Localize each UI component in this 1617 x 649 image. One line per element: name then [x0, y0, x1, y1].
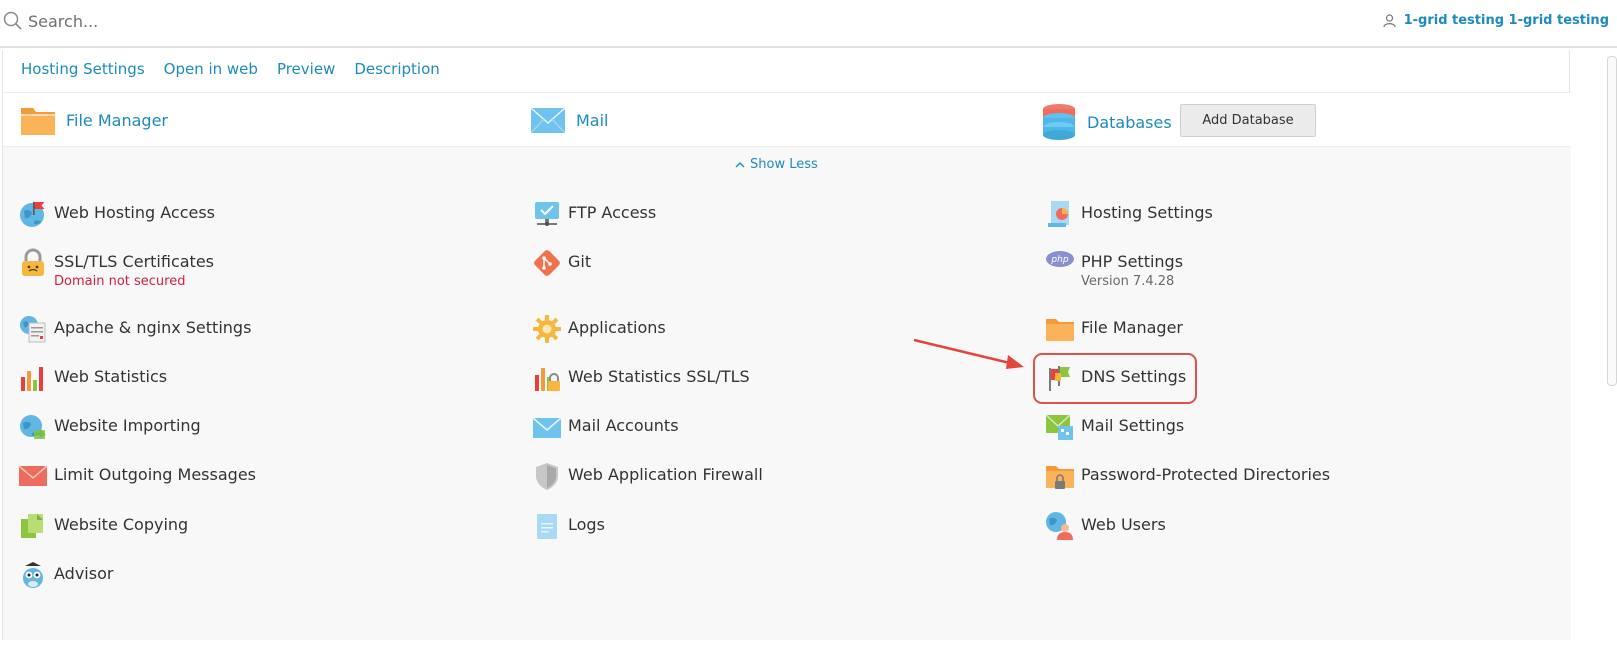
tool-label[interactable]: Web Users [1081, 511, 1166, 536]
tool-mail-settings[interactable]: Mail Settings [1045, 412, 1184, 442]
show-less-label[interactable]: Show Less [750, 157, 818, 172]
search-icon [3, 11, 22, 30]
tool-label[interactable]: Hosting Settings [1081, 199, 1213, 224]
svg-text:php: php [1050, 255, 1068, 265]
tool-label[interactable]: Applications [568, 314, 666, 339]
quick-file-manager[interactable]: File Manager [20, 103, 168, 137]
mail-settings-icon [1045, 414, 1073, 440]
tool-label[interactable]: Website Importing [54, 412, 201, 437]
tool-web-users[interactable]: Web Users [1045, 511, 1166, 541]
domain-card: Hosting Settings Open in web Preview Des… [2, 50, 1571, 640]
tools-panel: Show Less [3, 147, 1571, 640]
bar-chart-icon [21, 367, 43, 391]
link-preview[interactable]: Preview [277, 60, 335, 78]
tool-mail-accounts[interactable]: Mail Accounts [532, 412, 679, 442]
user-name[interactable]: 1-grid testing 1-grid testing [1404, 13, 1609, 28]
envelope-limit-icon [18, 465, 48, 486]
tool-label[interactable]: Web Application Firewall [568, 461, 763, 486]
envelope-icon [530, 107, 566, 134]
tool-web-application-firewall[interactable]: Web Application Firewall [532, 461, 763, 491]
tool-ssl-certificates[interactable]: SSL/TLS Certificates Domain not secured [18, 248, 214, 291]
tool-label[interactable]: SSL/TLS Certificates [54, 248, 214, 273]
tool-applications[interactable]: Applications [532, 314, 666, 344]
annotation-arrow [913, 338, 1024, 369]
shield-icon [536, 463, 558, 490]
dns-settings-highlight [1033, 353, 1197, 404]
tool-web-statistics[interactable]: Web Statistics [18, 363, 167, 393]
globe-flag-icon [20, 202, 45, 227]
tool-label[interactable]: FTP Access [568, 199, 656, 224]
quick-databases-label[interactable]: Databases [1087, 113, 1172, 132]
top-bar: 1-grid testing 1-grid testing [0, 0, 1617, 48]
link-description[interactable]: Description [354, 60, 439, 78]
tool-label[interactable]: PHP Settings [1081, 248, 1183, 273]
tool-label[interactable]: Web Statistics SSL/TLS [568, 363, 750, 388]
tool-web-statistics-ssl[interactable]: Web Statistics SSL/TLS [532, 363, 750, 393]
scrollbar[interactable] [1607, 56, 1617, 386]
tool-website-importing[interactable]: Website Importing [18, 412, 201, 442]
search-box[interactable] [0, 10, 428, 32]
quick-file-manager-label[interactable]: File Manager [66, 111, 168, 130]
tool-label[interactable]: Git [568, 248, 591, 273]
git-icon [534, 250, 560, 276]
folder-icon [1046, 319, 1074, 341]
ftp-monitor-icon [535, 202, 559, 226]
envelope-icon [532, 417, 562, 438]
tool-password-protected-directories[interactable]: Password-Protected Directories [1045, 461, 1330, 491]
tool-label[interactable]: Web Statistics [54, 363, 167, 388]
tool-hosting-settings[interactable]: Hosting Settings [1045, 199, 1213, 229]
chevron-up-icon [735, 162, 745, 168]
tool-label[interactable]: Password-Protected Directories [1081, 461, 1330, 486]
tool-limit-outgoing-messages[interactable]: Limit Outgoing Messages [18, 461, 256, 491]
quick-access-row: File Manager Mail Databases Add Database [3, 92, 1571, 147]
link-hosting-settings[interactable]: Hosting Settings [21, 60, 145, 78]
link-open-in-web[interactable]: Open in web [164, 60, 258, 78]
owl-advisor-icon [23, 562, 43, 588]
quick-databases[interactable]: Databases [1041, 103, 1172, 141]
user-menu[interactable]: 1-grid testing 1-grid testing [1382, 13, 1609, 28]
tool-label[interactable]: File Manager [1081, 314, 1183, 339]
tool-advisor[interactable]: Advisor [18, 560, 113, 590]
domain-links: Hosting Settings Open in web Preview Des… [21, 60, 440, 78]
tool-label[interactable]: Mail Settings [1081, 412, 1184, 437]
tool-web-hosting-access[interactable]: Web Hosting Access [18, 199, 215, 229]
folder-lock-icon [1046, 466, 1074, 489]
tool-label[interactable]: Mail Accounts [568, 412, 679, 437]
web-server-settings-icon [20, 316, 46, 343]
padlock-icon [22, 248, 44, 276]
globe-import-icon [20, 415, 46, 439]
tool-apache-nginx[interactable]: Apache & nginx Settings [18, 314, 251, 344]
tool-ftp-access[interactable]: FTP Access [532, 199, 656, 229]
tool-label[interactable]: Advisor [54, 560, 113, 585]
ssl-status-warning: Domain not secured [54, 274, 186, 289]
add-database-button[interactable]: Add Database [1180, 104, 1316, 137]
bar-chart-lock-icon [535, 368, 560, 391]
user-icon [1382, 13, 1396, 27]
tool-label[interactable]: Apache & nginx Settings [54, 314, 251, 339]
show-less-toggle[interactable]: Show Less [735, 157, 818, 172]
database-icon [1043, 104, 1075, 140]
tool-label[interactable]: Website Copying [54, 511, 188, 536]
quick-mail[interactable]: Mail [530, 103, 609, 137]
gear-icon [533, 315, 561, 343]
document-log-icon [537, 514, 557, 539]
quick-mail-label[interactable]: Mail [576, 111, 609, 130]
php-icon: php [1046, 251, 1074, 267]
tool-label[interactable]: Web Hosting Access [54, 199, 215, 224]
tool-label[interactable]: Limit Outgoing Messages [54, 461, 256, 486]
globe-user-icon [1046, 512, 1073, 540]
tool-website-copying[interactable]: Website Copying [18, 511, 188, 541]
tool-label[interactable]: Logs [568, 511, 605, 536]
tool-logs[interactable]: Logs [532, 511, 605, 541]
copy-pages-icon [21, 514, 43, 538]
hosting-settings-icon [1048, 201, 1069, 227]
tool-git[interactable]: Git [532, 248, 591, 278]
search-input[interactable] [28, 11, 428, 31]
tool-php-settings[interactable]: php PHP Settings Version 7.4.28 [1045, 248, 1183, 291]
php-version: Version 7.4.28 [1081, 274, 1175, 289]
folder-icon [21, 108, 55, 135]
tool-file-manager[interactable]: File Manager [1045, 314, 1183, 344]
